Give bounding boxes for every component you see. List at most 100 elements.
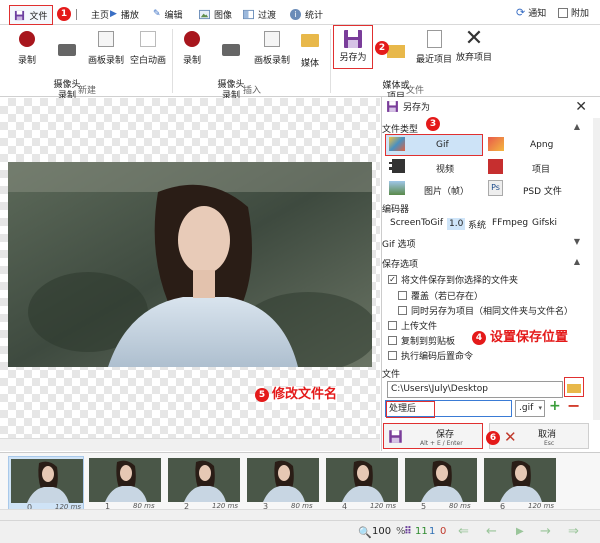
blank-animation-button[interactable]: 空白动画 [128, 28, 168, 67]
zoom-value[interactable]: 100 [372, 526, 391, 537]
button-label: 另存为 [339, 53, 367, 63]
play-frames-icon[interactable]: ▶ [516, 526, 524, 537]
checkbox[interactable] [398, 291, 407, 300]
file-name-input[interactable]: 处理后 [385, 400, 512, 418]
file-name-text: 处理后 [386, 401, 436, 418]
frame-thumbnail[interactable]: 2 120 ms [166, 456, 242, 513]
panel-vertical-scrollbar[interactable] [593, 118, 600, 420]
board-icon [261, 31, 283, 53]
encoder-screentogif[interactable]: ScreenToGif [390, 218, 443, 228]
new-board-button[interactable]: 画板录制 [86, 28, 126, 67]
callout-set-location: 设置保存位置 [490, 330, 569, 346]
project-type-icon [488, 159, 506, 175]
notification-label: 通知 [528, 9, 547, 19]
tab-label: 统计 [305, 10, 324, 21]
attach-button[interactable]: 附加 [558, 6, 589, 19]
checkbox[interactable] [388, 336, 397, 345]
button-label: 录制 [182, 56, 201, 66]
tab-image[interactable]: 图像 [199, 5, 232, 23]
step-badge-2: 2 [375, 41, 389, 55]
record-icon [181, 31, 203, 53]
tab-label: 图像 [214, 10, 233, 21]
recent-projects-button[interactable]: 最近项目 [414, 28, 454, 66]
tab-label: 过渡 [258, 10, 277, 21]
type-project-option[interactable]: 项目 [532, 162, 550, 175]
cancel-button[interactable]: ✕ 取消 Esc [489, 423, 589, 449]
type-images-option[interactable]: 图片（帧） [424, 184, 469, 197]
option-label: 覆盖（若已存在） [411, 292, 484, 302]
tab-home[interactable]: 主页 [76, 5, 109, 23]
add-icon[interactable]: + [549, 398, 561, 414]
encoder-version: 1.0 [447, 218, 466, 230]
home-icon [76, 8, 87, 20]
group-label-file: 文件 [406, 86, 425, 96]
close-icon[interactable]: ✕ [575, 99, 587, 115]
frame-thumbnail[interactable]: 4 120 ms [324, 456, 400, 513]
button-label: 媒体 [300, 59, 319, 69]
chevron-up-icon[interactable]: ▲ [574, 122, 580, 131]
tab-edit[interactable]: ✎ 编辑 [153, 5, 183, 23]
gif-options-label: Gif 选项 [382, 240, 416, 250]
new-record-button[interactable]: 录制 [12, 28, 42, 67]
option-copy-clipboard[interactable]: 复制到剪贴板 [388, 334, 455, 347]
folder-path-field[interactable]: C:\Users\July\Desktop [387, 381, 563, 398]
extension-select[interactable]: .gif ▾ [515, 400, 545, 417]
type-video-option[interactable]: 视频 [436, 162, 454, 175]
frame-thumbnail[interactable]: 6 120 ms [482, 456, 558, 513]
tab-play[interactable]: ▶ 播放 [110, 5, 139, 23]
option-save-as-project[interactable]: 同时另存为项目（相同文件夹与文件名） [398, 304, 573, 317]
tab-file[interactable]: 文件 [9, 5, 53, 25]
filmstrip-scrollbar[interactable] [0, 509, 600, 520]
total-frames: 11 [415, 526, 428, 537]
frame-count-icon: ⠿ [404, 526, 412, 537]
notification-button[interactable]: ⟳ 通知 [516, 6, 546, 19]
chevron-up-icon[interactable]: ▲ [574, 257, 580, 266]
step-badge-6: 6 [486, 431, 500, 445]
canvas-horizontal-scrollbar[interactable] [0, 438, 380, 451]
option-save-to-folder[interactable]: ✓ 将文件保存到你选择的文件夹 [388, 273, 518, 286]
first-frame-icon[interactable]: ⇐ [458, 524, 469, 539]
chevron-down-icon[interactable]: ▼ [574, 237, 580, 246]
frame-thumbnail[interactable]: 1 80 ms [87, 456, 163, 513]
tab-stats[interactable]: i 统计 [290, 5, 323, 23]
save-options-header[interactable]: 保存选项 ▲ [382, 257, 580, 270]
option-post-command[interactable]: 执行编码后置命令 [388, 349, 473, 362]
type-psd-option[interactable]: PSD 文件 [523, 184, 562, 197]
last-frame-icon[interactable]: ⇒ [568, 524, 579, 539]
option-overwrite[interactable]: 覆盖（若已存在） [398, 289, 483, 302]
image-icon [199, 9, 210, 19]
next-frame-icon[interactable]: → [540, 524, 551, 539]
discard-project-button[interactable]: ✕ 放弃项目 [454, 28, 494, 64]
step-badge-5: 5 [255, 388, 269, 402]
type-apng-option[interactable]: Apng [530, 140, 553, 150]
checkbox-checked[interactable]: ✓ [388, 275, 397, 284]
checkbox[interactable] [388, 321, 397, 330]
encoder-gifski[interactable]: Gifski [532, 218, 557, 228]
frame-thumbnail-image [484, 458, 556, 502]
previous-frame-icon[interactable]: ← [486, 524, 497, 539]
encoder-system[interactable]: 系统 [468, 218, 486, 231]
gif-options-header[interactable]: Gif 选项 ▼ [382, 237, 580, 250]
remove-icon[interactable]: − [567, 396, 580, 415]
insert-media-button[interactable]: 媒体 [296, 28, 324, 70]
step-badge-3: 3 [426, 117, 440, 131]
tab-transition[interactable]: 过渡 [243, 5, 276, 23]
step-badge-1: 1 [57, 7, 71, 21]
image-frame-type-icon [389, 181, 407, 197]
checkbox[interactable] [398, 306, 407, 315]
option-upload[interactable]: 上传文件 [388, 319, 437, 332]
save-button[interactable]: 保存 Alt + E / Enter [383, 423, 483, 449]
file-label: 文件 [382, 370, 401, 380]
checkbox[interactable] [388, 351, 397, 360]
browse-folder-button[interactable] [564, 377, 584, 397]
callout-rename-file: 修改文件名 [272, 387, 338, 403]
encoder-ffmpeg[interactable]: FFmpeg [492, 218, 528, 228]
insert-record-button[interactable]: 录制 [178, 28, 206, 67]
frame-thumbnail[interactable]: 5 80 ms [403, 456, 479, 513]
frame-thumbnail[interactable]: 3 80 ms [245, 456, 321, 513]
insert-board-button[interactable]: 画板录制 [252, 28, 292, 67]
save-as-button[interactable]: 另存为 [335, 28, 371, 64]
cancel-icon: ✕ [504, 428, 517, 446]
save-options-label: 保存选项 [382, 260, 419, 270]
frame-thumbnail[interactable]: 0 120 ms [8, 456, 84, 513]
